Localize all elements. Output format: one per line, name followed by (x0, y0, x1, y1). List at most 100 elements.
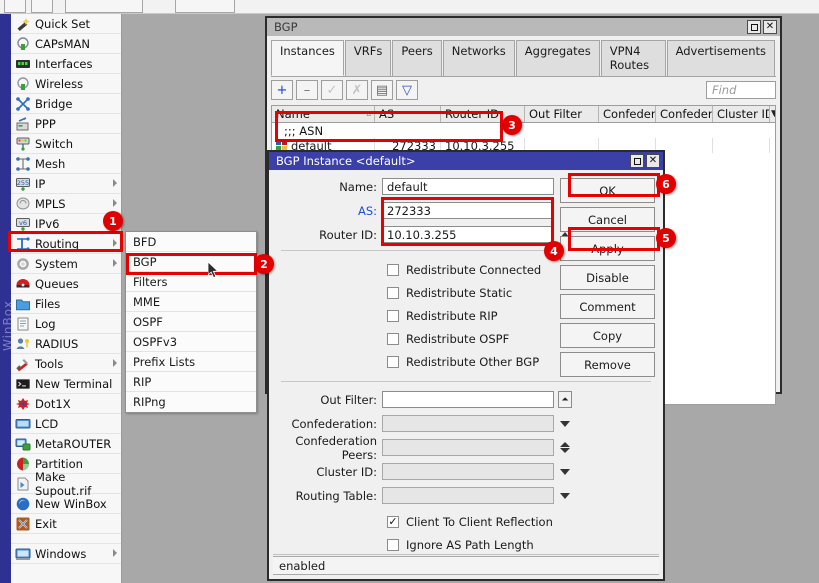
chevron-down-icon[interactable] (560, 493, 570, 499)
sidebar-item-bridge[interactable]: Bridge (11, 94, 121, 114)
dialog-button-column[interactable]: OK Cancel Apply Disable Comment Copy Remove (560, 178, 655, 381)
tab-vrfs[interactable]: VRFs (345, 40, 391, 76)
sidebar-item-new-winbox[interactable]: New WinBox (11, 494, 121, 514)
close-icon[interactable]: ✕ (646, 154, 660, 168)
comment-button[interactable]: Comment (560, 294, 655, 319)
checkbox-icon[interactable] (387, 264, 399, 276)
submenu-item-prefix-lists[interactable]: Prefix Lists (126, 352, 256, 372)
toolbar-button-2[interactable] (31, 0, 53, 13)
column-header-3[interactable]: Out Filter (525, 106, 599, 122)
cluster-id-input[interactable] (382, 463, 554, 480)
sidebar-item-switch[interactable]: Switch (11, 134, 121, 154)
maximize-icon[interactable] (747, 20, 761, 34)
checkbox-icon[interactable] (387, 333, 399, 345)
chevron-down-icon[interactable] (560, 469, 570, 475)
sidebar-item-capsman[interactable]: CAPsMAN (11, 34, 121, 54)
apply-button[interactable]: Apply (560, 236, 655, 261)
column-header-5[interactable]: Confeder... (656, 106, 713, 122)
submenu-item-filters[interactable]: Filters (126, 272, 256, 292)
as-input[interactable]: 272333 (382, 202, 554, 219)
toolbar-button-3[interactable] (65, 0, 143, 13)
checkbox-icon[interactable] (387, 310, 399, 322)
bgp-window-titlebar[interactable]: BGP ✕ (267, 18, 780, 36)
sidebar-item-log[interactable]: Log (11, 314, 121, 334)
remove-button[interactable]: Remove (560, 352, 655, 377)
tab-vpn4-routes[interactable]: VPN4 Routes (601, 40, 666, 76)
column-chooser-button[interactable]: ▼ (770, 106, 775, 122)
sidebar-item-interfaces[interactable]: Interfaces (11, 54, 121, 74)
checkbox-row-ignore-as-path-length[interactable]: Ignore AS Path Length (269, 533, 663, 556)
checkbox-icon[interactable] (387, 356, 399, 368)
submenu-item-rip[interactable]: RIP (126, 372, 256, 392)
cancel-button[interactable]: Cancel (560, 207, 655, 232)
spinner-icon[interactable] (560, 442, 570, 453)
close-icon[interactable]: ✕ (763, 20, 777, 34)
sidebar-item-files[interactable]: Files (11, 294, 121, 314)
add-button[interactable]: + (271, 80, 293, 100)
maximize-icon[interactable] (630, 154, 644, 168)
column-header-4[interactable]: Confeder... (599, 106, 656, 122)
routing-table-input[interactable] (382, 487, 554, 504)
toolbar-button-4[interactable] (175, 0, 235, 13)
toolbar-button-1[interactable] (4, 0, 26, 13)
submenu-item-bfd[interactable]: BFD (126, 232, 256, 252)
submenu-item-bgp[interactable]: BGP (126, 252, 256, 272)
name-input[interactable]: default (382, 178, 554, 195)
router-id-input[interactable]: 10.10.3.255 (382, 226, 554, 243)
sidebar-item-mpls[interactable]: MPLS (11, 194, 121, 214)
tab-advertisements[interactable]: Advertisements (667, 40, 775, 76)
column-header-1[interactable]: AS (375, 106, 441, 122)
sidebar-item-exit[interactable]: Exit (11, 514, 121, 534)
column-header-6[interactable]: Cluster ID (713, 106, 770, 122)
comment-button[interactable]: ▤ (371, 80, 393, 100)
disable-button[interactable]: ✗ (346, 80, 368, 100)
checkbox-icon[interactable]: ✓ (387, 516, 399, 528)
tab-aggregates[interactable]: Aggregates (516, 40, 600, 76)
sidebar-item-ppp[interactable]: PPP (11, 114, 121, 134)
confederation-input[interactable] (382, 415, 554, 432)
sidebar-item-lcd[interactable]: LCD (11, 414, 121, 434)
checkbox-row-client-to-client-reflection[interactable]: ✓Client To Client Reflection (269, 510, 663, 533)
bgp-action-toolbar[interactable]: + – ✓ ✗ ▤ ▽ Find (267, 77, 780, 103)
out-filter-input[interactable] (382, 391, 554, 408)
sidebar-item-radius[interactable]: RADIUS (11, 334, 121, 354)
bgp-instance-dialog[interactable]: BGP Instance <default> ✕ Name: default A… (267, 150, 665, 581)
sidebar-item-make-supout-rif[interactable]: Make Supout.rif (11, 474, 121, 494)
main-menu-sidebar[interactable]: Quick SetCAPsMANInterfacesWirelessBridge… (11, 14, 122, 583)
submenu-item-ripng[interactable]: RIPng (126, 392, 256, 412)
copy-button[interactable]: Copy (560, 323, 655, 348)
ok-button[interactable]: OK (560, 178, 655, 203)
sidebar-item-system[interactable]: System (11, 254, 121, 274)
confederation-peers-input[interactable] (382, 439, 554, 456)
sidebar-item-wireless[interactable]: Wireless (11, 74, 121, 94)
disable-button[interactable]: Disable (560, 265, 655, 290)
sidebar-item-tools[interactable]: Tools (11, 354, 121, 374)
find-input[interactable]: Find (706, 81, 776, 99)
filter-button[interactable]: ▽ (396, 80, 418, 100)
submenu-item-mme[interactable]: MME (126, 292, 256, 312)
chevron-down-icon[interactable] (560, 421, 570, 427)
bottom-checkbox-group[interactable]: ✓Client To Client ReflectionIgnore AS Pa… (269, 510, 663, 556)
remove-button[interactable]: – (296, 80, 318, 100)
dropdown-arrow-icon[interactable]: ⏶ (558, 391, 572, 408)
checkbox-icon[interactable] (387, 287, 399, 299)
sidebar-item-new-terminal[interactable]: New Terminal (11, 374, 121, 394)
table-row[interactable]: ;;; ASN (272, 123, 775, 138)
tab-instances[interactable]: Instances (271, 40, 344, 76)
enable-button[interactable]: ✓ (321, 80, 343, 100)
routing-submenu[interactable]: BFDBGPFiltersMMEOSPFOSPFv3Prefix ListsRI… (125, 231, 257, 413)
column-header-0[interactable]: Name▵ (272, 106, 375, 122)
sidebar-item-queues[interactable]: Queues (11, 274, 121, 294)
sidebar-item-windows[interactable]: Windows (11, 544, 121, 564)
sidebar-item-ip[interactable]: 255IP (11, 174, 121, 194)
submenu-item-ospfv3[interactable]: OSPFv3 (126, 332, 256, 352)
checkbox-icon[interactable] (387, 539, 399, 551)
submenu-item-ospf[interactable]: OSPF (126, 312, 256, 332)
dialog-titlebar[interactable]: BGP Instance <default> ✕ (269, 152, 663, 170)
sidebar-item-quick-set[interactable]: Quick Set (11, 14, 121, 34)
tab-peers[interactable]: Peers (392, 40, 441, 76)
sidebar-item-dot1x[interactable]: Dot1X (11, 394, 121, 414)
sidebar-item-routing[interactable]: Routing (11, 234, 121, 254)
bgp-tabstrip[interactable]: InstancesVRFsPeersNetworksAggregatesVPN4… (267, 36, 780, 76)
sidebar-item-mesh[interactable]: Mesh (11, 154, 121, 174)
